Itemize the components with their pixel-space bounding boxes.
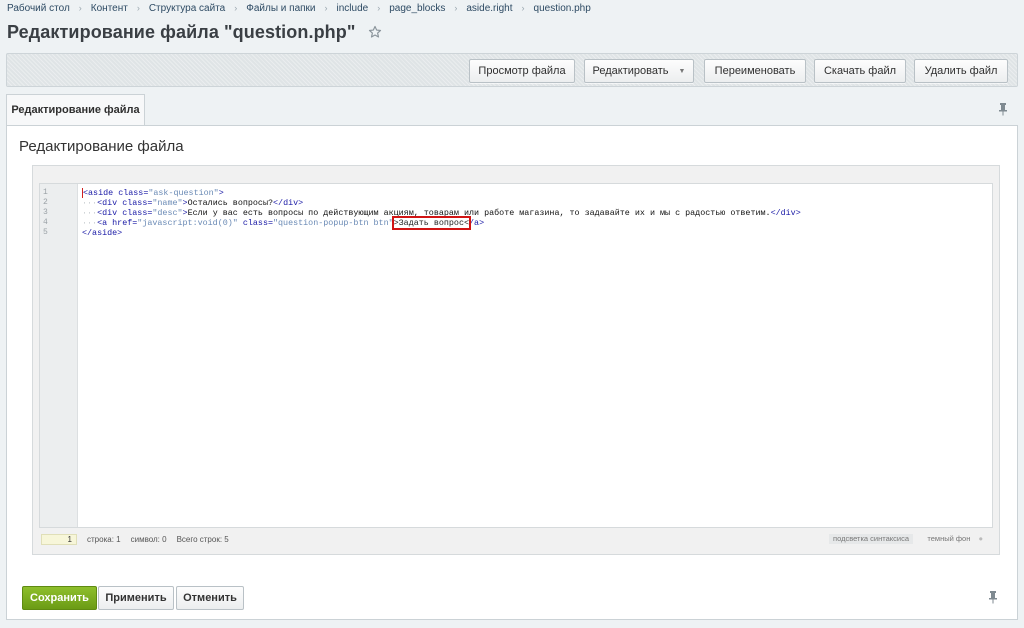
syntax-highlight-toggle[interactable]: подсветка синтаксиса [829, 534, 913, 544]
status-total-lines: Всего строк: 5 [176, 534, 229, 544]
highlighted-code-fragment: >Задать вопрос< [391, 216, 472, 230]
breadcrumb-item[interactable]: page_blocks [389, 3, 445, 14]
rename-button[interactable]: Переименовать [704, 59, 806, 83]
breadcrumb-separator-icon: › [234, 3, 238, 13]
toggle-dot-icon: ● [978, 534, 983, 543]
breadcrumb-separator-icon: › [78, 3, 82, 13]
code-line: ···<a href="javascript:void(0)" class="q… [82, 216, 801, 230]
breadcrumb-item[interactable]: Структура сайта [149, 3, 225, 14]
code-token: ··· [82, 198, 98, 208]
code-editor: 1 2 3 4 5 <aside class="ask-question"> ··… [32, 165, 1000, 555]
code-token: Если у вас есть вопросы по действующим а… [187, 208, 771, 218]
breadcrumb-separator-icon: › [136, 3, 140, 13]
code-token: "question-popup-btn btn" [273, 218, 394, 228]
panel-title: Редактирование файла [19, 138, 184, 155]
download-file-button[interactable]: Скачать файл [814, 59, 906, 83]
breadcrumb-item[interactable]: aside.right [466, 3, 512, 14]
page-title: Редактирование файла "question.php" [7, 21, 356, 42]
save-button[interactable]: Сохранить [22, 586, 97, 610]
code-editor-area[interactable]: 1 2 3 4 5 <aside class="ask-question"> ··… [39, 183, 993, 528]
code-token: "desc" [152, 208, 183, 218]
dark-theme-label: темный фон [927, 534, 971, 543]
code-token: </div> [770, 208, 801, 218]
code-token: <aside [82, 188, 119, 198]
code-token: "ask-question" [148, 188, 219, 198]
star-icon[interactable] [368, 25, 382, 39]
delete-file-button[interactable]: Удалить файл [914, 59, 1008, 83]
cancel-button[interactable]: Отменить [176, 586, 244, 610]
view-file-button[interactable]: Просмотр файла [469, 59, 575, 83]
pin-icon[interactable] [988, 590, 998, 604]
code-content[interactable]: <aside class="ask-question"> ···<div clas… [82, 188, 801, 238]
breadcrumb-item[interactable]: Контент [91, 3, 128, 14]
code-token: </aside> [82, 228, 123, 238]
apply-button[interactable]: Применить [98, 586, 174, 610]
line-number: 3 [43, 208, 48, 217]
edit-dropdown-button[interactable]: Редактировать ▼ [584, 59, 694, 83]
code-token: ··· [82, 208, 98, 218]
code-token: class= [122, 208, 153, 218]
status-row: строка: 1 [87, 534, 121, 544]
tab-strip: Редактирование файла [6, 94, 1018, 126]
line-number: 1 [43, 188, 48, 197]
code-token: "javascript:void(0)" [137, 218, 243, 228]
edit-panel: Редактирование файла 1 2 3 4 5 <aside cl… [6, 126, 1018, 620]
code-token: Остались вопросы? [187, 198, 274, 208]
code-token: href= [112, 218, 138, 228]
dark-theme-toggle[interactable]: темный фон ● [927, 534, 983, 544]
code-line: ···<div class="name">Остались вопросы?</… [82, 198, 801, 208]
code-line: <aside class="ask-question"> [82, 188, 801, 198]
page-title-row: Редактирование файла "question.php" [7, 20, 382, 44]
breadcrumb-item[interactable]: include [337, 3, 369, 14]
line-number-gutter: 1 2 3 4 5 [40, 184, 78, 527]
current-line-indicator: 1 [41, 533, 77, 545]
code-token: </div> [273, 198, 304, 208]
code-token: > [218, 188, 224, 198]
line-number: 2 [43, 198, 48, 207]
code-token: <div [97, 198, 123, 208]
code-line: </aside> [82, 228, 801, 238]
breadcrumb-item-current: question.php [533, 2, 591, 14]
pin-icon[interactable] [998, 102, 1008, 116]
breadcrumb: Рабочий стол › Контент › Структура сайта… [7, 1, 591, 15]
code-token: /a> [469, 218, 485, 228]
breadcrumb-item[interactable]: Файлы и папки [246, 3, 315, 14]
code-token: class= [242, 218, 273, 228]
breadcrumb-separator-icon: › [521, 3, 525, 13]
code-token: ··· [82, 218, 98, 228]
line-number: 4 [43, 218, 48, 227]
action-toolbar: Просмотр файла Редактировать ▼ Переимено… [6, 53, 1018, 87]
breadcrumb-separator-icon: › [454, 3, 458, 13]
chevron-down-icon: ▼ [678, 67, 686, 75]
code-token: <a [97, 218, 113, 228]
tab-edit-file[interactable]: Редактирование файла [6, 94, 145, 125]
breadcrumb-separator-icon: › [377, 3, 381, 13]
edit-button-label: Редактировать [592, 65, 669, 77]
breadcrumb-item[interactable]: Рабочий стол [7, 3, 70, 14]
code-token: class= [118, 188, 149, 198]
code-token: <div [97, 208, 123, 218]
status-symbol: символ: 0 [130, 534, 167, 544]
code-token: "name" [152, 198, 183, 208]
editor-status-bar: 1 строка: 1 символ: 0 Всего строк: 5 под… [39, 532, 993, 546]
code-line: ···<div class="desc">Если у вас есть воп… [82, 208, 801, 218]
code-token: class= [122, 198, 153, 208]
line-number: 5 [43, 228, 48, 237]
breadcrumb-separator-icon: › [324, 3, 328, 13]
